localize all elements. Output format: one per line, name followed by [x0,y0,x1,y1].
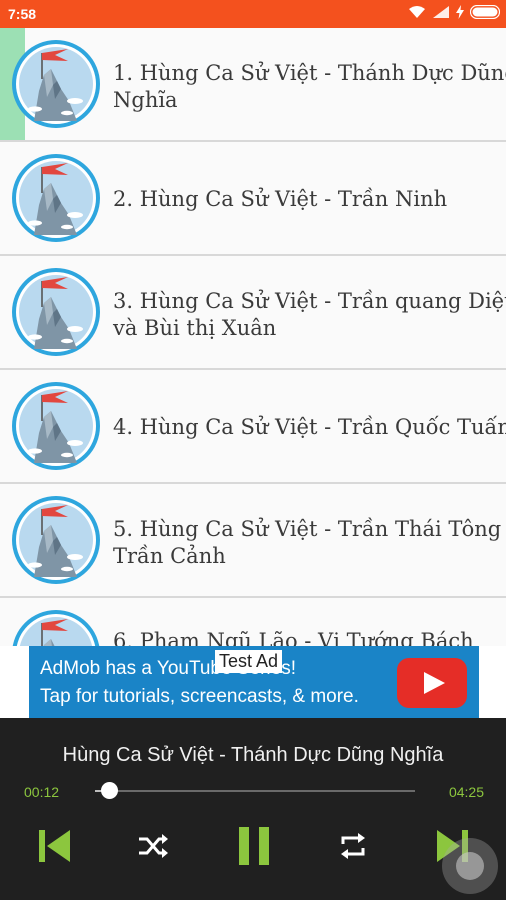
song-thumbnail [12,154,100,242]
list-item[interactable]: 4. Hùng Ca Sử Việt - Trần Quốc Tuấn [0,370,506,484]
seek-bar[interactable] [95,790,415,792]
song-thumbnail [12,610,100,646]
ad-subtext: Tap for tutorials, screencasts, & more. [40,686,359,707]
seek-thumb[interactable] [101,782,119,799]
youtube-icon[interactable] [397,658,467,708]
now-playing-title: Hùng Ca Sử Việt - Thánh Dực Dũng Nghĩa [62,744,444,766]
song-thumbnail [12,40,100,128]
list-item[interactable]: 6. Phạm Ngũ Lão - Vị Tướng Bách [0,598,506,646]
song-title: 3. Hùng Ca Sử Việt - Trần quang Diệu và … [113,289,506,340]
list-item[interactable]: 1. Hùng Ca Sử Việt - Thánh Dực Dũng Nghĩ… [0,28,506,142]
song-thumbnail [12,268,100,356]
battery-icon [470,5,500,19]
song-title: 4. Hùng Ca Sử Việt - Trần Quốc Tuấn [113,415,506,439]
floating-assist-dot [456,852,484,880]
list-item[interactable]: 3. Hùng Ca Sử Việt - Trần quang Diệu và … [0,256,506,370]
pause-icon [239,827,269,865]
charging-icon [456,5,464,19]
song-thumbnail [12,382,100,470]
repeat-icon [341,833,365,859]
song-title: 6. Phạm Ngũ Lão - Vị Tướng Bách [113,629,474,646]
repeat-button[interactable] [333,826,373,866]
status-icons [408,5,500,19]
song-title: 1. Hùng Ca Sử Việt - Thánh Dực Dũng Nghĩ… [113,61,506,112]
current-time: 00:12 [24,784,60,800]
status-bar: 7:58 [0,0,506,28]
test-ad-label: Test Ad [215,650,283,673]
floating-assist-button[interactable] [442,838,498,894]
song-title: 5. Hùng Ca Sử Việt - Trần Thái Tông - Tr… [113,517,506,568]
song-list[interactable]: 1. Hùng Ca Sử Việt - Thánh Dực Dũng Nghĩ… [0,28,506,646]
player-bar: Hùng Ca Sử Việt - Thánh Dực Dũng Nghĩa 0… [0,718,506,900]
previous-icon [39,830,70,862]
list-item[interactable]: 5. Hùng Ca Sử Việt - Trần Thái Tông - Tr… [0,484,506,598]
total-time: 04:25 [448,784,484,800]
shuffle-button[interactable] [133,826,173,866]
song-title: 2. Hùng Ca Sử Việt - Trần Ninh [113,187,448,211]
previous-button[interactable] [34,826,74,866]
ad-banner[interactable]: AdMob has a YouTube Series! Tap for tuto… [29,646,479,718]
shuffle-icon [139,834,168,858]
pause-button[interactable] [234,826,274,866]
wifi-icon [409,6,425,18]
list-item[interactable]: 2. Hùng Ca Sử Việt - Trần Ninh [0,142,506,256]
status-time: 7:58 [8,6,37,22]
signal-icon [433,6,449,18]
song-thumbnail [12,496,100,584]
